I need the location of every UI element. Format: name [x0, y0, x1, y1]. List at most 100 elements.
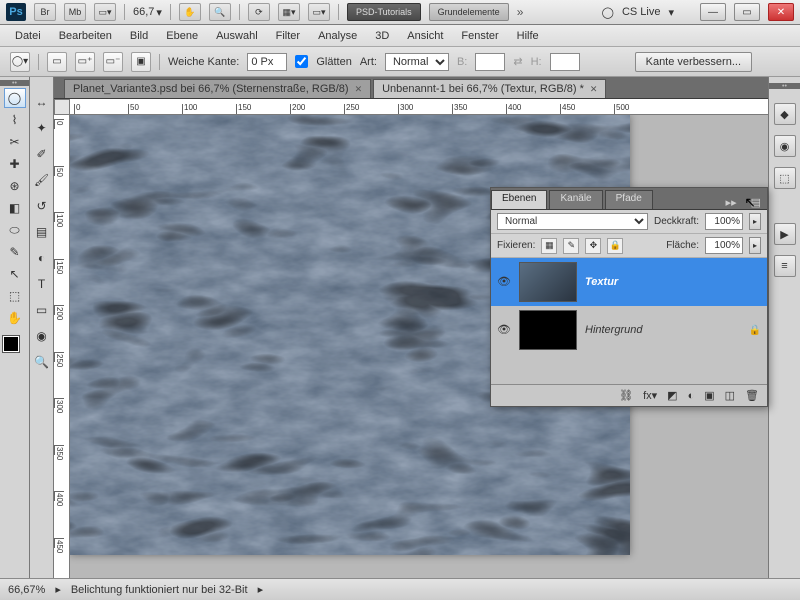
subtract-selection-icon[interactable]: ▭⁻: [103, 52, 123, 72]
brush-tool[interactable]: 🖌: [31, 170, 53, 190]
menu-3d[interactable]: 3D: [366, 27, 398, 45]
panel-tab-pfade[interactable]: Pfade: [605, 190, 653, 209]
opacity-input[interactable]: [705, 213, 743, 230]
menu-datei[interactable]: Datei: [6, 27, 50, 45]
panel-tab-kanäle[interactable]: Kanäle: [549, 190, 602, 209]
hand-tool[interactable]: ✋: [4, 308, 26, 328]
lock-pixels-icon[interactable]: ✎: [563, 238, 579, 254]
blur-tool[interactable]: ⬭: [4, 220, 26, 240]
marquee-tool[interactable]: ◯: [4, 88, 26, 108]
layer-style-icon[interactable]: fx▾: [643, 389, 657, 402]
document-tab[interactable]: Unbenannt-1 bei 66,7% (Textur, RGB/8) *✕: [373, 79, 606, 98]
layer-row[interactable]: 👁Hintergrund🔒: [491, 306, 767, 354]
3d-camera-tool[interactable]: ◉: [31, 326, 53, 346]
horizontal-ruler[interactable]: 050100150200250300350400450500: [70, 99, 768, 115]
hand-tool-button[interactable]: ✋: [179, 3, 201, 21]
lasso-tool[interactable]: ⌇: [4, 110, 26, 130]
move-tool[interactable]: ↔: [31, 92, 53, 112]
tab-close-icon[interactable]: ✕: [590, 84, 598, 95]
tool-preset-icon[interactable]: ◯▾: [10, 52, 30, 72]
history-dock-icon[interactable]: ≡: [774, 255, 796, 277]
layer-visibility-icon[interactable]: 👁: [497, 275, 511, 289]
dodge-tool[interactable]: ◐: [31, 248, 53, 268]
zoom-tool-button[interactable]: 🔍: [209, 3, 231, 21]
style-select[interactable]: Normal: [385, 53, 449, 71]
minibridge-button[interactable]: Mb: [64, 3, 86, 21]
adjustment-layer-icon[interactable]: ◐: [688, 390, 695, 402]
menu-filter[interactable]: Filter: [267, 27, 309, 45]
menu-fenster[interactable]: Fenster: [452, 27, 507, 45]
layer-name[interactable]: Hintergrund: [585, 324, 642, 336]
feather-input[interactable]: [247, 53, 287, 71]
panel-tab-ebenen[interactable]: Ebenen: [491, 190, 547, 209]
eyedropper-tool[interactable]: ✐: [31, 144, 53, 164]
bridge-button[interactable]: Br: [34, 3, 56, 21]
history-brush-tool[interactable]: ↺: [31, 196, 53, 216]
fill-input[interactable]: [705, 237, 743, 254]
screen-mode-button[interactable]: ▭▾: [308, 3, 330, 21]
layer-name[interactable]: Textur: [585, 276, 618, 288]
view-extras-button[interactable]: ▭▾: [94, 3, 116, 21]
type-tool[interactable]: T: [31, 274, 53, 294]
cslive-label[interactable]: CS Live: [622, 6, 661, 18]
lock-position-icon[interactable]: ✥: [585, 238, 601, 254]
stamp-tool[interactable]: ⊛: [4, 176, 26, 196]
menu-bearbeiten[interactable]: Bearbeiten: [50, 27, 121, 45]
layer-thumbnail[interactable]: [519, 262, 577, 302]
paths-dock-icon[interactable]: ⬚: [774, 167, 796, 189]
add-selection-icon[interactable]: ▭⁺: [75, 52, 95, 72]
lock-transparent-icon[interactable]: ▦: [541, 238, 557, 254]
panel-grip[interactable]: ••: [0, 80, 29, 86]
rotate-canvas-button[interactable]: ⟳: [248, 3, 270, 21]
status-play-icon[interactable]: ▸: [55, 583, 61, 596]
menu-ansicht[interactable]: Ansicht: [398, 27, 452, 45]
wand-tool[interactable]: ✦: [31, 118, 53, 138]
3d-tool[interactable]: ⬚: [4, 286, 26, 306]
fill-stepper[interactable]: ▸: [749, 237, 761, 254]
menu-hilfe[interactable]: Hilfe: [508, 27, 548, 45]
link-layers-icon[interactable]: ⛓: [619, 389, 633, 402]
panel-collapse-icon[interactable]: ▸▸: [720, 196, 743, 209]
new-selection-icon[interactable]: ▭: [47, 52, 67, 72]
workspace-tag-2[interactable]: Grundelemente: [429, 3, 509, 21]
menu-bild[interactable]: Bild: [121, 27, 157, 45]
eraser-tool[interactable]: ◧: [4, 198, 26, 218]
color-swatch[interactable]: [3, 336, 27, 360]
menu-auswahl[interactable]: Auswahl: [207, 27, 267, 45]
menu-analyse[interactable]: Analyse: [309, 27, 366, 45]
window-maximize-button[interactable]: ▭: [734, 3, 760, 21]
workspace-tag-1[interactable]: PSD-Tutorials: [347, 3, 421, 21]
panel-grip[interactable]: ••: [769, 83, 800, 89]
layer-group-icon[interactable]: ▣: [704, 389, 714, 402]
document-tab[interactable]: Planet_Variante3.psd bei 66,7% (Sternens…: [64, 79, 371, 98]
window-close-button[interactable]: ✕: [768, 3, 794, 21]
shape-tool[interactable]: ▭: [31, 300, 53, 320]
status-zoom[interactable]: 66,67%: [8, 584, 45, 596]
opacity-stepper[interactable]: ▸: [749, 213, 761, 230]
menu-ebene[interactable]: Ebene: [157, 27, 207, 45]
status-arrow-icon[interactable]: ▸: [258, 583, 264, 596]
new-layer-icon[interactable]: ◫: [725, 389, 735, 402]
zoom-tool[interactable]: 🔍: [31, 352, 53, 372]
panel-menu-icon[interactable]: ▤: [745, 196, 767, 209]
layer-visibility-icon[interactable]: 👁: [497, 323, 511, 337]
blend-mode-select[interactable]: Normal: [497, 213, 648, 230]
path-tool[interactable]: ↖: [4, 264, 26, 284]
refine-edge-button[interactable]: Kante verbessern...: [635, 52, 752, 72]
delete-layer-icon[interactable]: 🗑: [745, 389, 759, 402]
more-workspaces-icon[interactable]: »: [517, 5, 524, 19]
vertical-ruler[interactable]: 050100150200250300350400450500: [54, 115, 70, 578]
intersect-selection-icon[interactable]: ▣: [131, 52, 151, 72]
zoom-level-combo[interactable]: 66,7 ▾: [133, 6, 162, 19]
antialias-checkbox[interactable]: [295, 55, 308, 68]
layer-thumbnail[interactable]: [519, 310, 577, 350]
gradient-tool[interactable]: ▤: [31, 222, 53, 242]
healing-tool[interactable]: ✚: [4, 154, 26, 174]
window-minimize-button[interactable]: —: [700, 3, 726, 21]
actions-dock-icon[interactable]: ▶: [774, 223, 796, 245]
channels-dock-icon[interactable]: ◉: [774, 135, 796, 157]
layer-row[interactable]: 👁 Textur: [491, 258, 767, 306]
tab-close-icon[interactable]: ✕: [355, 84, 363, 95]
layer-mask-icon[interactable]: ◩: [667, 389, 677, 402]
crop-tool[interactable]: ✂: [4, 132, 26, 152]
